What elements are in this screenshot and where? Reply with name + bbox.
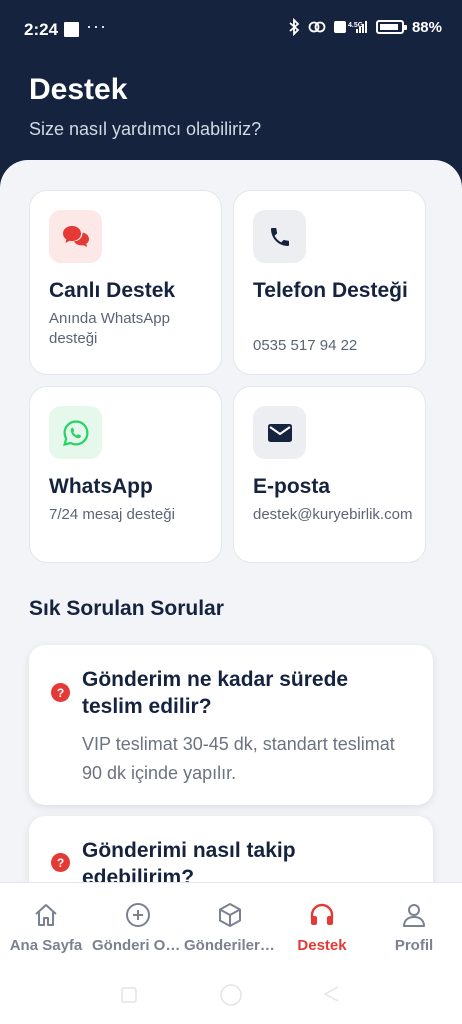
status-time: 2:24 [24,20,59,39]
system-nav-bar [0,964,462,1024]
card-title: WhatsApp [49,475,153,498]
status-icons: 4.5G 88% [288,18,442,36]
recent-apps-button[interactable] [120,986,138,1004]
card-title: Canlı Destek [49,279,176,302]
faq-answer: VIP teslimat 30-45 dk, standart teslimat… [82,734,395,783]
live-support-card[interactable]: Canlı Destek Anında WhatsApp desteği [29,190,222,375]
tab-label: Profil [394,937,434,954]
card-subtitle: destek@kuryebirlik.com [253,506,413,523]
plus-circle-icon [126,903,150,927]
tab-support[interactable]: Destek [276,883,368,965]
faq-item[interactable]: ? Gönderim ne kadar sürede teslim edilir… [29,645,433,805]
whatsapp-icon [49,406,102,459]
question-icon: ? [51,683,70,702]
headphones-icon [310,903,334,925]
question-icon: ? [51,853,70,872]
tab-label: Gönderilerim [184,937,276,954]
user-icon [403,904,425,927]
card-subtitle: 7/24 mesaj desteği [49,506,175,523]
tab-label: Ana Sayfa [9,937,83,954]
signal-icon: 4.5G [333,21,367,33]
mail-icon [253,406,306,459]
phone-icon [253,210,306,263]
home-icon [35,904,57,926]
page-title: Destek [29,73,128,106]
box-icon [219,903,241,927]
tab-label: Destek [297,937,347,954]
phone-support-card[interactable]: Telefon Desteği 0535 517 94 22 [233,190,426,375]
more-notifications-icon: ··· [86,16,107,36]
bottom-tab-bar: Ana Sayfa Gönderi Oluştur Gönderilerim D… [0,882,462,964]
status-bar: 2:24 ··· 4.5G 88% [0,0,462,58]
tab-label: Gönderi Oluştur [92,937,184,954]
back-button[interactable] [322,984,342,1004]
card-subtitle: 0535 517 94 22 [253,337,358,354]
link-icon [308,21,326,33]
faq-section-title: Sık Sorulan Sorular [29,597,224,620]
battery-percent: 88% [411,18,442,36]
tab-home[interactable]: Ana Sayfa [0,883,92,965]
tab-shipments[interactable]: Gönderilerim [184,883,276,965]
tab-create-shipment[interactable]: Gönderi Oluştur [92,883,184,965]
home-button[interactable] [218,982,244,1008]
card-subtitle: Anında WhatsApp desteği [49,310,170,347]
notification-icon [64,22,79,37]
bluetooth-icon [289,18,300,36]
email-card[interactable]: E-posta destek@kuryebirlik.com [233,386,426,563]
card-title: Telefon Desteği [253,279,408,302]
tab-profile[interactable]: Profil [368,883,460,965]
faq-question: Gönderim ne kadar sürede teslim edilir? [82,668,349,718]
svg-text:4.5G: 4.5G [348,22,364,29]
chat-bubbles-icon [49,210,102,263]
battery-icon [375,20,407,34]
page-subtitle: Size nasıl yardımcı olabiliriz? [29,119,262,139]
whatsapp-card[interactable]: WhatsApp 7/24 mesaj desteği [29,386,222,563]
card-title: E-posta [253,475,331,498]
